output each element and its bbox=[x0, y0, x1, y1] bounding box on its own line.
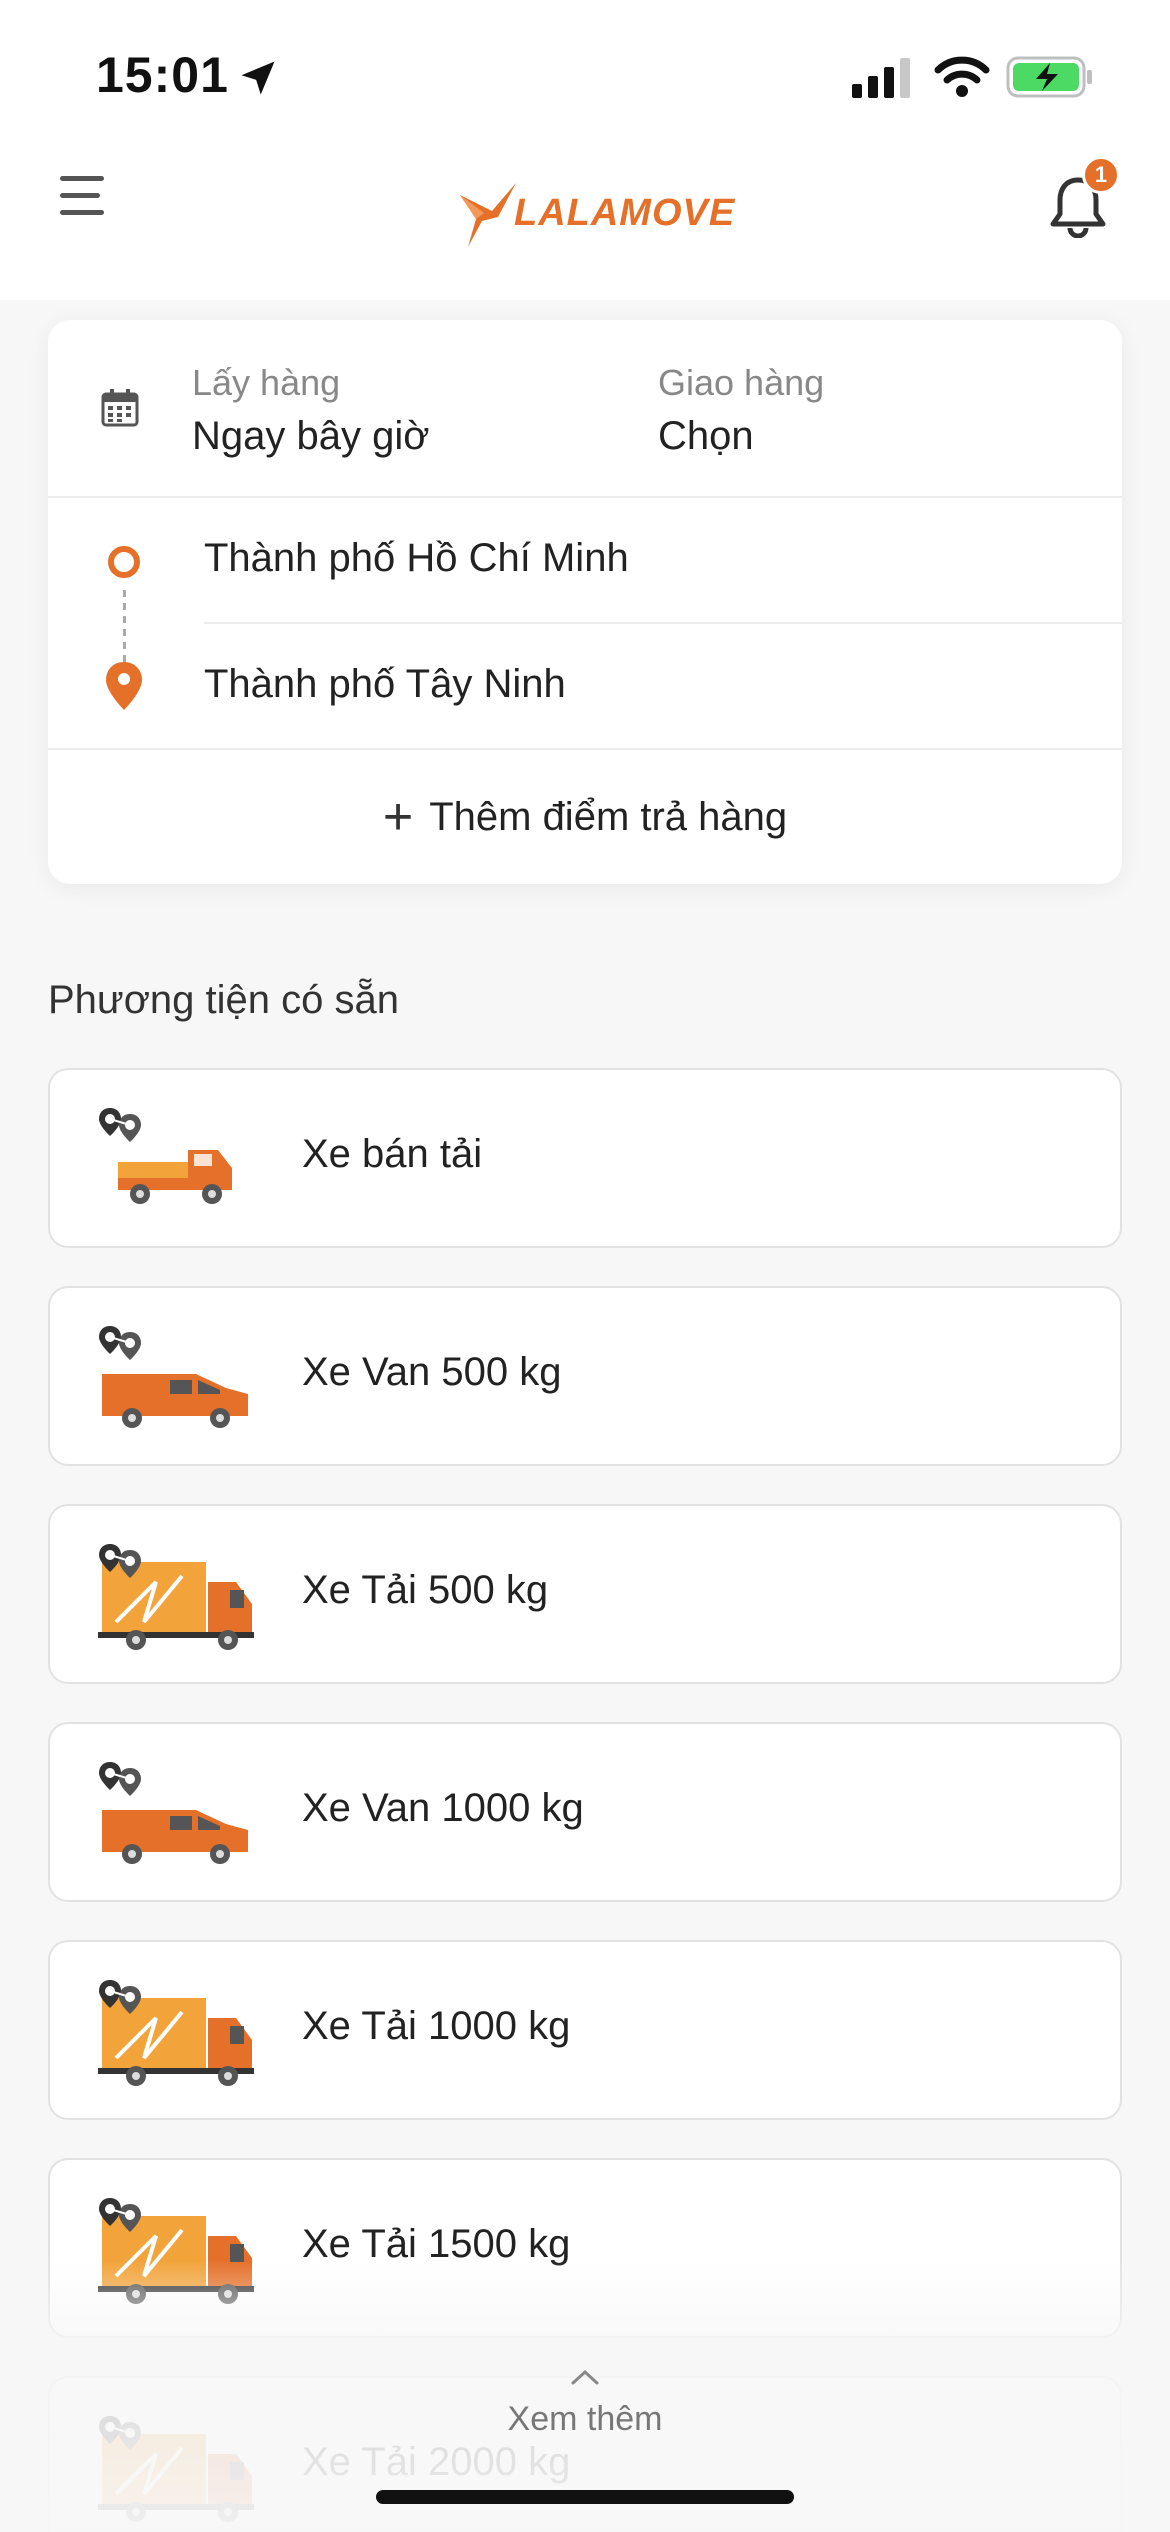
add-stop-button[interactable]: + Thêm điểm trả hàng bbox=[48, 748, 1122, 884]
box-truck-icon bbox=[96, 1978, 256, 2088]
wifi-icon bbox=[934, 56, 990, 97]
calendar-icon bbox=[101, 389, 139, 427]
vehicles-section-title: Phương tiện có sẵn bbox=[48, 978, 399, 1022]
cellular-signal-icon bbox=[852, 58, 910, 98]
status-time: 15:01 bbox=[96, 47, 229, 103]
route-dashed-line bbox=[123, 590, 126, 662]
vehicle-card[interactable]: Xe bán tải bbox=[48, 1068, 1122, 1248]
pickup-value: Ngay bây giờ bbox=[192, 414, 430, 458]
app-header: LALAMOVE 1 bbox=[0, 150, 1170, 300]
hamburger-menu-icon[interactable] bbox=[60, 176, 110, 226]
address-divider bbox=[204, 622, 1122, 624]
bird-logo-icon bbox=[460, 183, 516, 247]
chevron-up-icon bbox=[571, 2369, 599, 2385]
delivery-value: Chọn bbox=[658, 414, 754, 458]
plus-icon: + bbox=[382, 788, 414, 846]
box-truck-icon bbox=[96, 1542, 256, 1652]
vehicle-name: Xe Tải 1000 kg bbox=[302, 2004, 571, 2048]
vehicle-name: Xe Tải 500 kg bbox=[302, 1568, 549, 1612]
schedule-row: Lấy hàng Ngay bây giờ Giao hàng Chọn bbox=[48, 320, 1122, 498]
vehicle-name: Xe bán tải bbox=[302, 1132, 483, 1176]
delivery-time-selector[interactable]: Giao hàng Chọn bbox=[658, 362, 824, 459]
see-more-label: Xem thêm bbox=[507, 2400, 663, 2438]
route-card: Lấy hàng Ngay bây giờ Giao hàng Chọn Thà… bbox=[48, 320, 1122, 884]
van-icon bbox=[96, 1324, 256, 1434]
origin-address[interactable]: Thành phố Hồ Chí Minh bbox=[204, 536, 629, 581]
origin-dot-icon bbox=[108, 546, 140, 578]
vehicle-name: Xe Van 1000 kg bbox=[302, 1786, 584, 1830]
pickup-time-selector[interactable]: Lấy hàng Ngay bây giờ bbox=[192, 362, 429, 459]
logo-text: LALAMOVE bbox=[514, 191, 736, 234]
home-indicator[interactable] bbox=[376, 2490, 794, 2504]
destination-pin-icon bbox=[106, 662, 142, 710]
vehicle-card[interactable]: Xe Tải 1000 kg bbox=[48, 1940, 1122, 2120]
vehicle-card[interactable]: Xe Van 1000 kg bbox=[48, 1722, 1122, 1902]
see-more-button[interactable]: Xem thêm bbox=[0, 2368, 1170, 2439]
delivery-label: Giao hàng bbox=[658, 362, 825, 403]
status-bar: 15:01 bbox=[0, 0, 1170, 150]
location-arrow-icon bbox=[241, 61, 275, 95]
vehicle-card[interactable]: Xe Van 500 kg bbox=[48, 1286, 1122, 1466]
lalamove-logo: LALAMOVE bbox=[454, 168, 735, 258]
notification-badge: 1 bbox=[1082, 156, 1120, 194]
destination-address[interactable]: Thành phố Tây Ninh bbox=[204, 662, 566, 707]
pickup-label: Lấy hàng bbox=[192, 362, 341, 403]
van-icon bbox=[96, 1760, 256, 1870]
add-stop-label: Thêm điểm trả hàng bbox=[429, 794, 788, 839]
vehicle-card[interactable]: Xe Tải 500 kg bbox=[48, 1504, 1122, 1684]
battery-charging-icon bbox=[1006, 56, 1092, 98]
pickup-truck-icon bbox=[96, 1106, 256, 1216]
vehicle-name: Xe Van 500 kg bbox=[302, 1350, 562, 1394]
